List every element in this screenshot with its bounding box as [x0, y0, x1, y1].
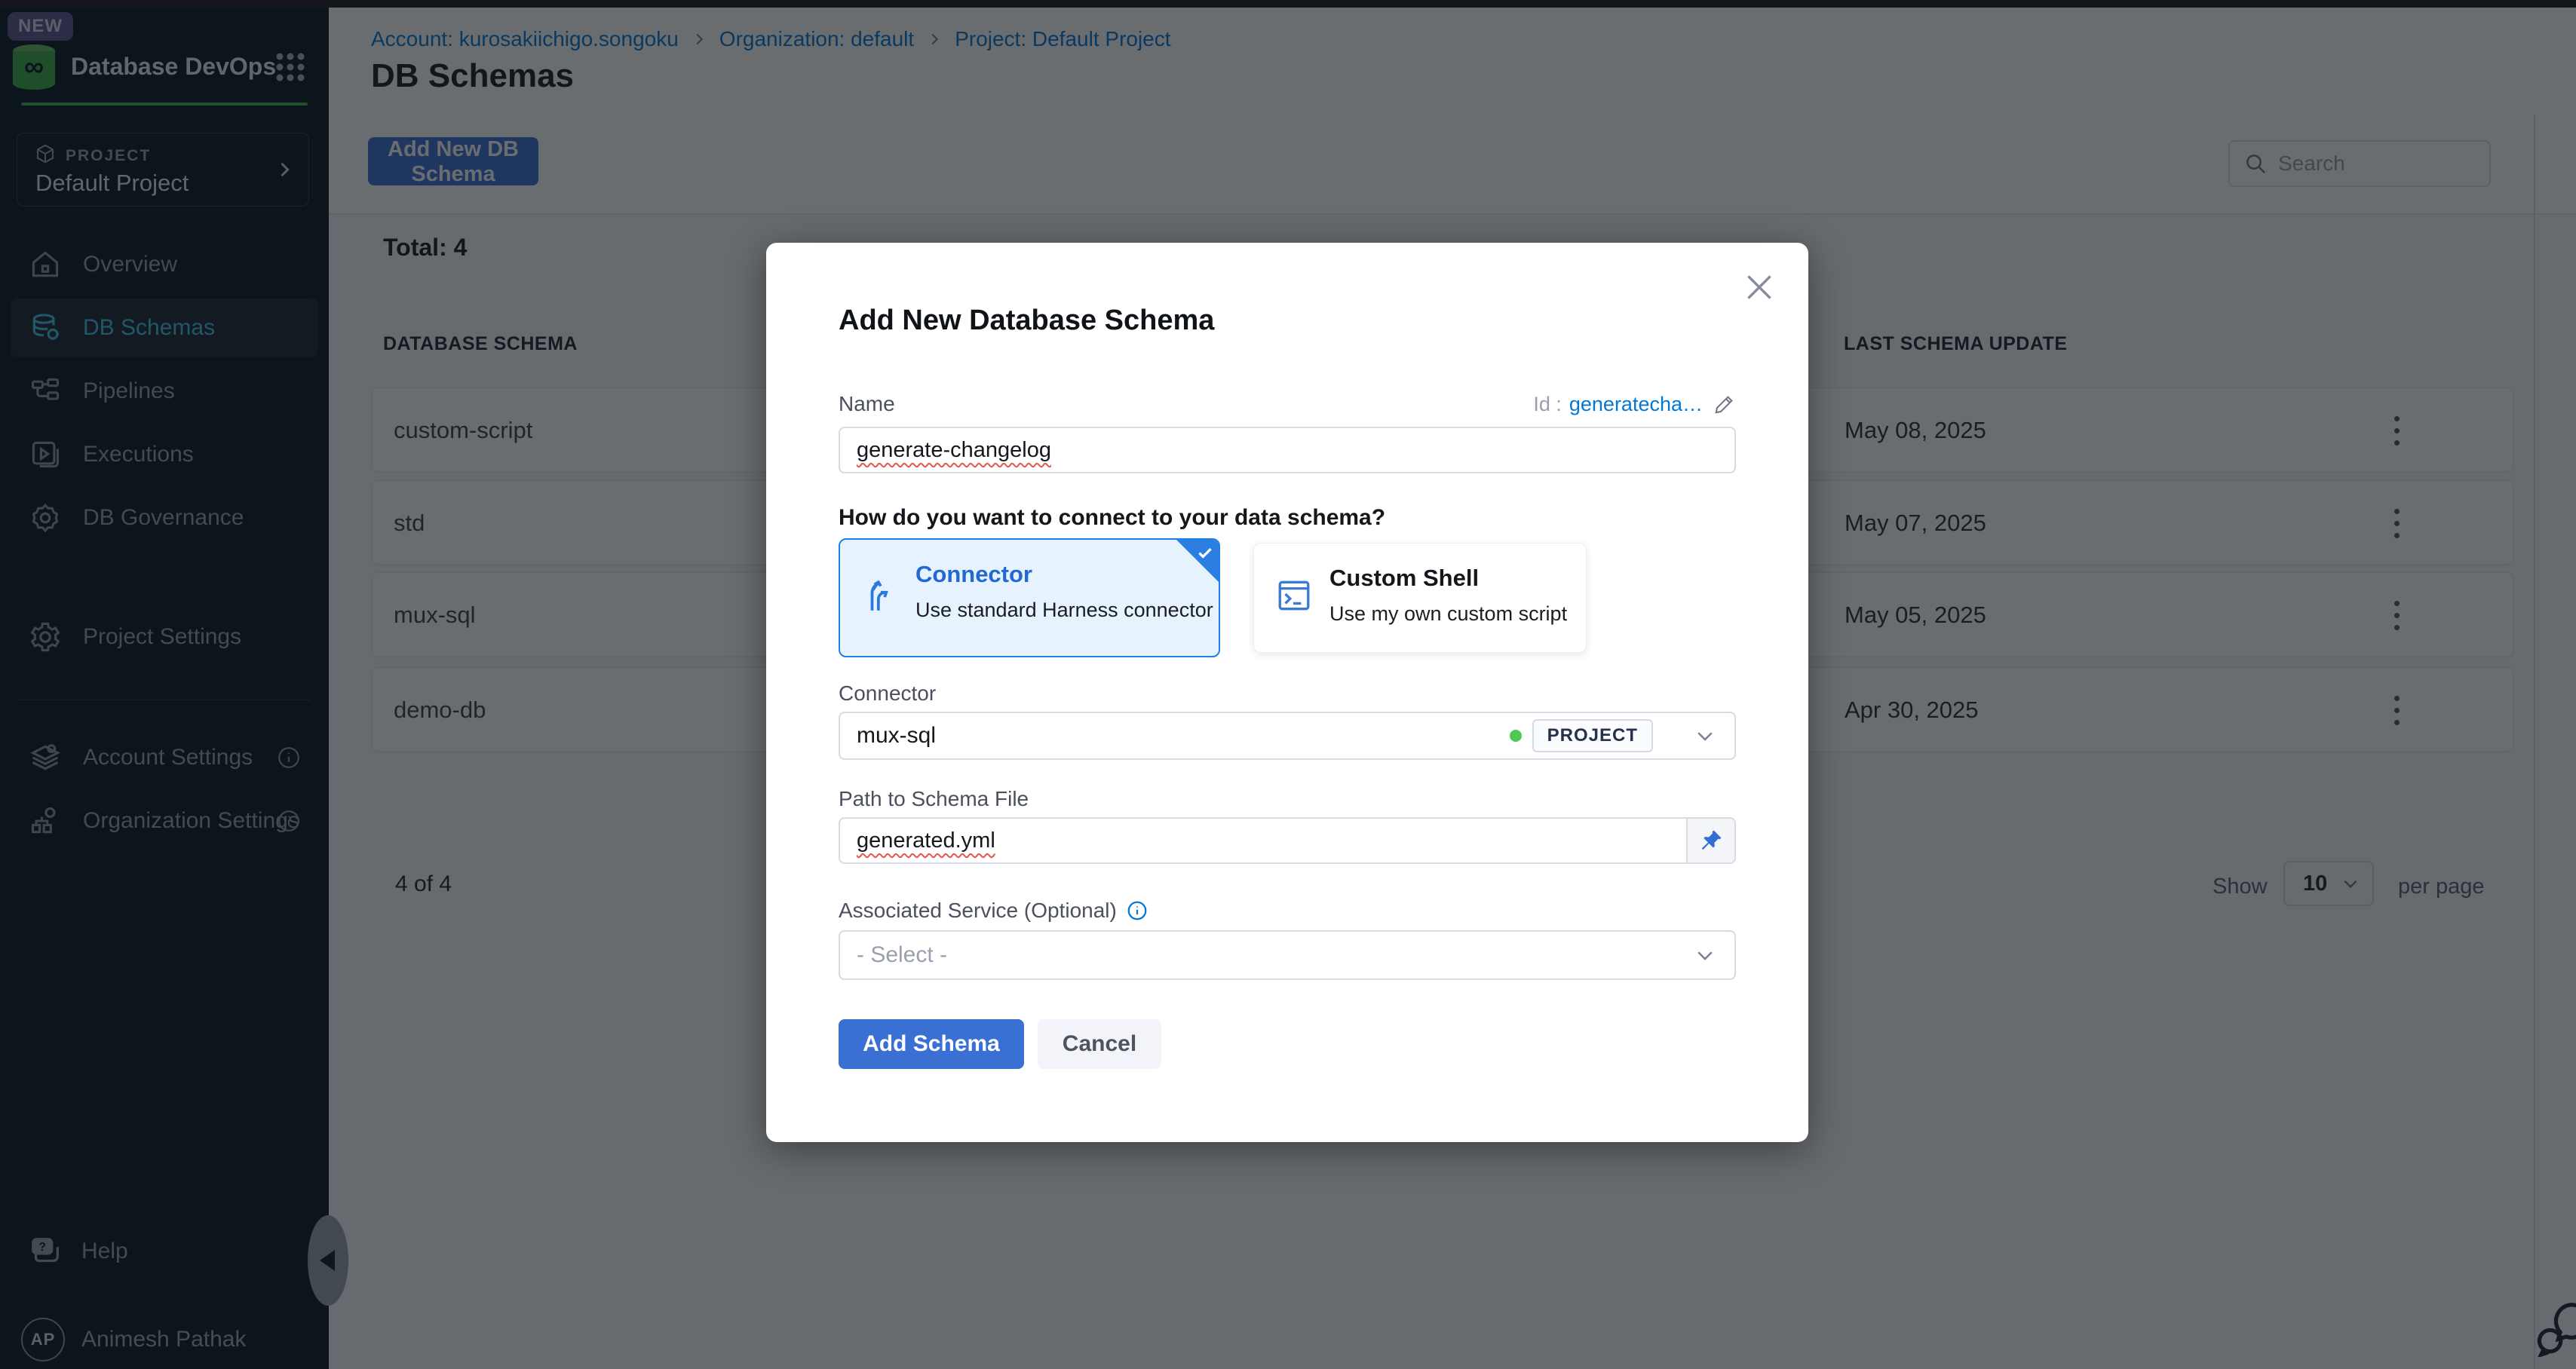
add-schema-modal: Add New Database Schema Name Id : genera… — [766, 243, 1808, 1142]
option-subtitle: Use standard Harness connector — [915, 599, 1213, 622]
terminal-icon — [1275, 577, 1313, 614]
chevron-down-icon — [1694, 944, 1716, 966]
name-input[interactable]: generate-changelog — [839, 427, 1736, 473]
option-card-connector[interactable]: Connector Use standard Harness connector — [839, 538, 1220, 657]
schema-id-group: Id : generatecha… — [1533, 393, 1736, 416]
path-input[interactable]: generated.yml — [839, 817, 1736, 864]
associated-service-placeholder: - Select - — [857, 942, 947, 968]
path-label: Path to Schema File — [839, 787, 1029, 811]
option-subtitle: Use my own custom script — [1329, 602, 1567, 626]
info-icon[interactable] — [1126, 899, 1148, 922]
name-field-header: Name Id : generatecha… — [839, 392, 1736, 416]
cancel-button[interactable]: Cancel — [1038, 1019, 1161, 1069]
path-input-value: generated.yml — [857, 828, 995, 853]
connector-status-dot — [1510, 730, 1522, 742]
name-label: Name — [839, 392, 895, 416]
id-value-link[interactable]: generatecha… — [1569, 393, 1703, 416]
connection-question: How do you want to connect to your data … — [839, 505, 1385, 531]
associated-service-header: Associated Service (Optional) — [839, 899, 1148, 923]
close-icon[interactable] — [1740, 268, 1778, 306]
associated-service-select[interactable]: - Select - — [839, 930, 1736, 980]
pin-icon — [1698, 828, 1724, 853]
add-schema-button[interactable]: Add Schema — [839, 1019, 1024, 1069]
pin-runtime-input-button[interactable] — [1686, 819, 1734, 862]
screen: NEW ∞ Database DevOps PROJECT Default Pr… — [0, 0, 2576, 1369]
option-title: Custom Shell — [1329, 565, 1479, 592]
id-prefix: Id : — [1533, 393, 1562, 416]
connector-value: mux-sql — [857, 723, 936, 749]
option-card-custom-shell[interactable]: Custom Shell Use my own custom script — [1253, 543, 1587, 653]
associated-service-label: Associated Service (Optional) — [839, 899, 1117, 923]
modal-title: Add New Database Schema — [839, 305, 1214, 337]
name-input-value: generate-changelog — [857, 438, 1051, 463]
connector-select[interactable]: mux-sql PROJECT — [839, 712, 1736, 760]
edit-pencil-icon[interactable] — [1713, 393, 1736, 415]
connector-label: Connector — [839, 681, 936, 706]
scope-badge: PROJECT — [1532, 719, 1653, 752]
check-icon — [1195, 543, 1215, 562]
modal-actions: Add Schema Cancel — [839, 1019, 1161, 1069]
chevron-down-icon — [1694, 724, 1716, 747]
connector-branch-icon — [863, 577, 900, 615]
option-title: Connector — [915, 561, 1032, 588]
